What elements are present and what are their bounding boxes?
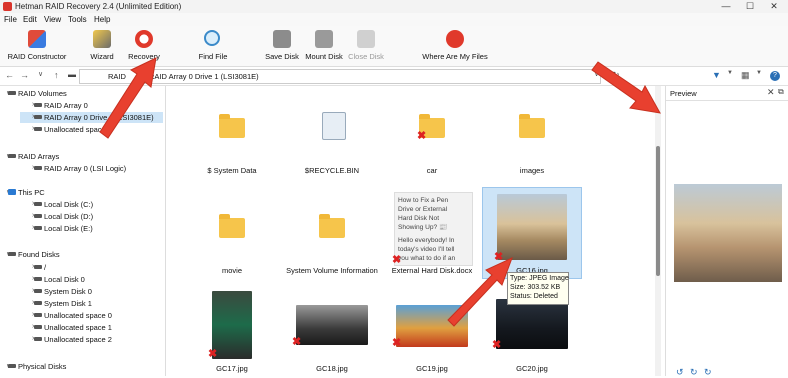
- arrow-to-preview: [591, 61, 661, 114]
- arrow-to-recovery: [99, 57, 157, 139]
- annotation-arrows: [99, 57, 661, 327]
- arrow-to-gc16: [447, 257, 513, 327]
